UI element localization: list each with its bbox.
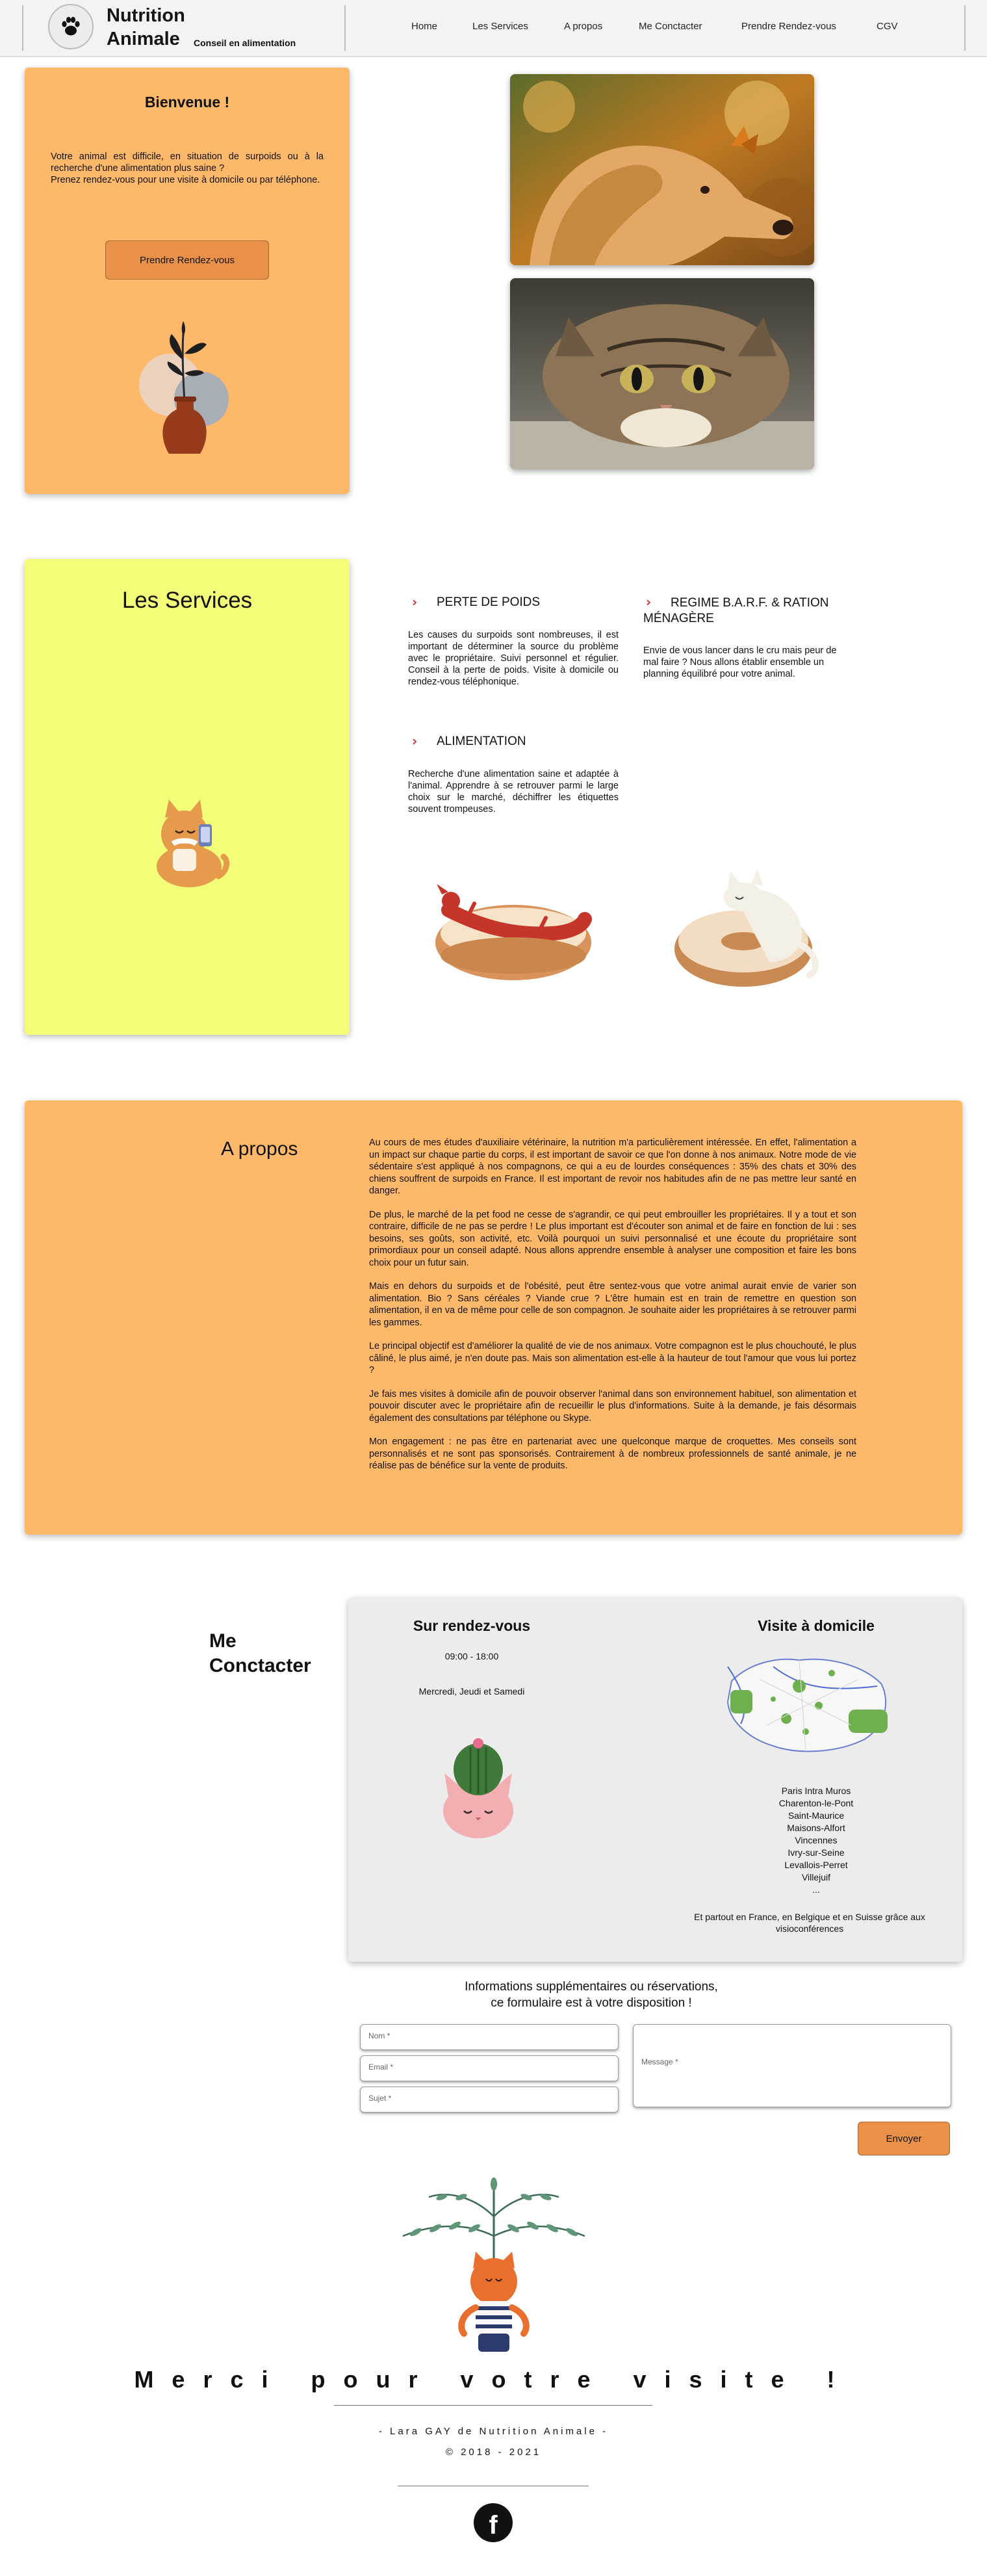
welcome-text: Votre animal est difficile, en situation…: [51, 151, 324, 185]
header-divider: [344, 5, 346, 51]
email-field[interactable]: Email *: [360, 2055, 619, 2081]
brand-tagline: Conseil en alimentation: [194, 38, 296, 48]
city-item: Levallois-Perret: [784, 1860, 848, 1870]
welcome-card: Bienvenue ! Votre animal est difficile, …: [25, 68, 350, 494]
donut-cat-illustration: [674, 868, 819, 987]
service-chevron-icon: ›: [412, 594, 418, 610]
city-item: Charenton-le-Pont: [778, 1798, 854, 1808]
city-item: Paris Intra Muros: [781, 1786, 851, 1796]
paris-map-illustration: [726, 1658, 888, 1752]
opening-hours: 09:00 - 18:00: [444, 1651, 499, 1661]
header-divider: [964, 5, 966, 51]
nav-cgv[interactable]: CGV: [877, 21, 898, 32]
city-item: ...: [812, 1884, 820, 1895]
city-item: Maisons-Alfort: [787, 1823, 845, 1833]
nav-contact[interactable]: Me Conctacter: [639, 21, 702, 32]
book-appointment-button[interactable]: Prendre Rendez-vous: [105, 241, 269, 280]
hotdog-dog-illustration: [435, 884, 592, 980]
nav-home[interactable]: Home: [411, 21, 437, 32]
visit-cities-list: Paris Intra Muros Charenton-le-Pont Sain…: [719, 1785, 914, 1896]
apropos-paragraph: Mon engagement : ne pas être en partenar…: [369, 1437, 856, 1471]
facebook-icon[interactable]: f: [474, 2503, 513, 2542]
apropos-paragraph: De plus, le marché de la pet food ne ces…: [369, 1209, 856, 1268]
apropos-paragraph: Le principal objectif est d'améliorer la…: [369, 1341, 856, 1375]
nav-services[interactable]: Les Services: [472, 21, 528, 32]
apropos-paragraph: Au cours de mes études d'auxiliaire vété…: [369, 1138, 856, 1196]
city-item: Ivry-sur-Seine: [788, 1847, 845, 1858]
footer-copyright: © 2018 - 2021: [445, 2447, 542, 2458]
name-field[interactable]: Nom *: [360, 2024, 619, 2050]
apropos-paragraph: Mais en dehors du surpoids et de l'obési…: [369, 1281, 856, 1328]
apropos-card: A propos Au cours de mes études d'auxili…: [25, 1100, 962, 1535]
service-title-food: ALIMENTATION: [437, 735, 526, 748]
contact-title: Me Conctacter: [209, 1629, 311, 1678]
site-header: Nutrition Animale Conseil en alimentatio…: [0, 0, 987, 57]
form-intro: Informations supplémentaires ou réservat…: [422, 1979, 760, 2011]
home-visit-title: Visite à domicile: [758, 1617, 875, 1634]
city-item: Villejuif: [801, 1872, 831, 1882]
nav-apropos[interactable]: A propos: [564, 21, 602, 32]
apropos-paragraph: Je fais mes visites à domicile afin de p…: [369, 1388, 856, 1424]
form-intro-line2: ce formulaire est à votre disposition !: [491, 1996, 692, 2010]
fern-cat-illustration: [402, 2178, 585, 2352]
vase-plant-illustration: [139, 321, 229, 454]
dog-photo: [510, 74, 814, 265]
header-divider: [22, 5, 23, 51]
footer-divider: [334, 2405, 652, 2406]
service-text-barf: Envie de vous lancer dans le cru mais pe…: [643, 645, 837, 679]
service-text-weight-loss: Les causes du surpoids sont nombreuses, …: [408, 630, 619, 687]
footer-author: - Lara GAY de Nutrition Animale -: [378, 2426, 609, 2437]
cat-phone-illustration: [157, 800, 230, 887]
welcome-title: Bienvenue !: [144, 94, 230, 111]
contact-card: Sur rendez-vous 09:00 - 18:00 Mercredi, …: [348, 1598, 962, 1962]
service-title-barf: REGIME B.A.R.F. & RATION MÉNAGÈRE: [643, 596, 829, 625]
service-text-food: Recherche d'une alimentation saine et ad…: [408, 769, 619, 814]
send-button[interactable]: Envoyer: [858, 2122, 950, 2155]
services-card: Les Services: [25, 559, 350, 1035]
city-item: Vincennes: [795, 1835, 838, 1845]
appointment-title: Sur rendez-vous: [413, 1617, 531, 1634]
thanks-message: Merci pour votre visite !: [134, 2366, 853, 2393]
opening-days: Mercredi, Jeudi et Samedi: [418, 1686, 525, 1697]
services-title: Les Services: [122, 588, 253, 613]
facebook-icon-glyph: f: [489, 2511, 498, 2540]
nav-rendez-vous[interactable]: Prendre Rendez-vous: [741, 21, 836, 32]
apropos-text: Au cours de mes études d'auxiliaire vété…: [369, 1137, 856, 1484]
subject-field[interactable]: Sujet *: [360, 2087, 619, 2113]
service-title-weight-loss: PERTE DE POIDS: [437, 595, 541, 609]
message-field[interactable]: Message *: [633, 2024, 951, 2107]
service-chevron-icon: ›: [412, 733, 418, 749]
contact-title-line2: Conctacter: [209, 1655, 311, 1676]
city-item: Saint-Maurice: [788, 1810, 845, 1821]
apropos-title: A propos: [221, 1138, 298, 1160]
brand-name-line1[interactable]: Nutrition: [107, 5, 185, 27]
cactus-cat-illustration: [443, 1738, 513, 1838]
form-intro-line1: Informations supplémentaires ou réservat…: [465, 1980, 718, 1994]
remote-consultation-text: Et partout en France, en Belgique et en …: [694, 1912, 925, 1934]
paw-logo-icon[interactable]: [48, 4, 94, 49]
brand-name-line2[interactable]: Animale: [107, 29, 180, 50]
cat-photo: [510, 278, 814, 469]
contact-title-line1: Me: [209, 1630, 237, 1652]
